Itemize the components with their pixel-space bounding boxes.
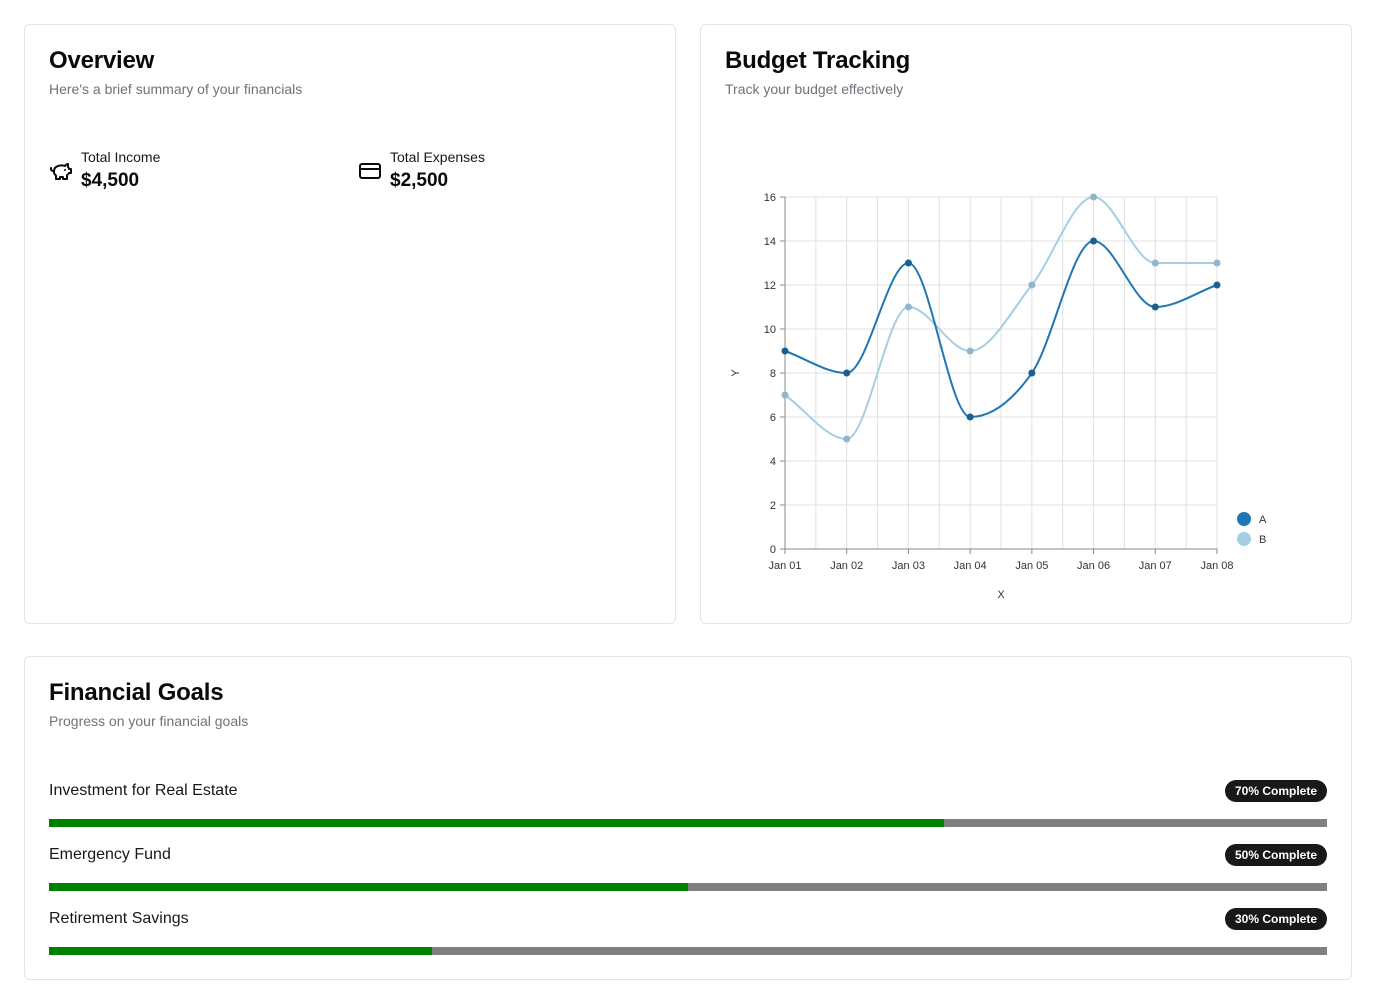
goal-progress-track <box>49 947 1327 955</box>
data-point-a <box>1028 369 1036 377</box>
data-point-b <box>843 435 851 443</box>
total-expenses-label: Total Expenses <box>390 149 485 165</box>
x-tick-label: Jan 07 <box>1139 560 1172 572</box>
y-tick-label: 0 <box>770 544 776 556</box>
total-expenses-stat: Total Expenses $2,500 <box>358 149 485 195</box>
data-point-b <box>1151 259 1159 267</box>
y-tick-label: 2 <box>770 500 776 512</box>
goals-subtitle: Progress on your financial goals <box>49 713 249 729</box>
y-tick-label: 10 <box>764 324 776 336</box>
goal-progress-track <box>49 819 1327 827</box>
legend-swatch-a <box>1237 512 1251 526</box>
x-tick-label: Jan 01 <box>768 560 801 572</box>
data-point-a <box>1090 237 1098 245</box>
x-tick-label: Jan 03 <box>892 560 925 572</box>
data-point-a <box>904 259 912 267</box>
data-point-a <box>843 369 851 377</box>
x-tick-label: Jan 02 <box>830 560 863 572</box>
x-tick-label: Jan 05 <box>1015 560 1048 572</box>
data-point-b <box>1028 281 1036 289</box>
y-tick-label: 6 <box>770 412 776 424</box>
y-tick-label: 16 <box>764 192 776 204</box>
overview-subtitle: Here's a brief summary of your financial… <box>49 81 303 97</box>
legend-label-a: A <box>1259 514 1267 526</box>
data-point-a <box>966 413 974 421</box>
y-axis-title: Y <box>730 369 742 377</box>
overview-title: Overview <box>49 47 155 74</box>
budget-line-chart: 0 2 4 6 8 10 12 14 16 Jan 01 Jan 02 Jan 03 Jan 04 Jan… <box>730 192 1267 601</box>
data-point-b <box>966 347 974 355</box>
piggy-bank-icon <box>50 163 72 180</box>
y-tick-label: 4 <box>770 456 776 468</box>
financial-goals-card: Financial Goals Progress on your financi… <box>24 656 1352 980</box>
x-axis-title: X <box>997 589 1005 601</box>
goal-progress-fill <box>49 819 944 827</box>
goal-status-badge: 30% Complete <box>1224 908 1327 930</box>
goal-status-badge: 70% Complete <box>1224 780 1327 802</box>
y-tick-label: 12 <box>764 280 776 292</box>
total-income-value: $4,500 <box>81 170 140 191</box>
total-income-label: Total Income <box>81 149 161 165</box>
total-expenses-value: $2,500 <box>390 170 449 191</box>
goal-status-badge: 50% Complete <box>1224 844 1327 866</box>
goal-label: Retirement Savings <box>49 910 189 927</box>
data-point-b <box>904 303 912 311</box>
budget-tracking-card: Budget Tracking Track your budget effect… <box>700 24 1352 624</box>
total-income-stat: Total Income $4,500 <box>49 149 160 195</box>
goal-label: Investment for Real Estate <box>49 782 238 799</box>
data-point-a <box>1213 281 1221 289</box>
goal-label: Emergency Fund <box>49 846 171 863</box>
goal-progress-fill <box>49 947 433 955</box>
legend-swatch-b <box>1237 532 1251 546</box>
credit-card-icon <box>359 163 381 179</box>
x-tick-label: Jan 08 <box>1200 560 1233 572</box>
x-tick-label: Jan 06 <box>1077 560 1110 572</box>
legend-label-b: B <box>1259 534 1266 546</box>
y-tick-label: 14 <box>764 236 776 248</box>
x-tick-label: Jan 04 <box>954 560 987 572</box>
data-point-b <box>1213 259 1221 267</box>
data-point-a <box>1151 303 1159 311</box>
data-point-b <box>1090 193 1098 201</box>
data-point-b <box>781 391 789 399</box>
goal-progress-track <box>49 883 1327 891</box>
data-point-a <box>781 347 789 355</box>
goals-title: Financial Goals <box>49 679 224 706</box>
y-tick-label: 8 <box>770 368 776 380</box>
overview-card: Overview Here's a brief summary of your … <box>24 24 676 624</box>
goal-progress-fill <box>49 883 688 891</box>
